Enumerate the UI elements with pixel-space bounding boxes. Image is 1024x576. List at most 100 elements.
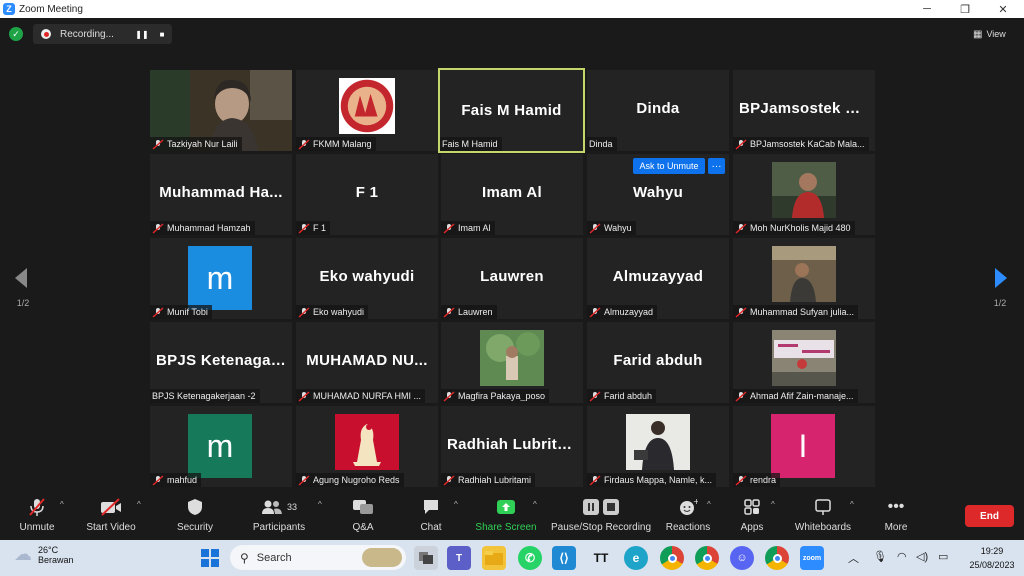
participant-tile[interactable]: I rendra bbox=[733, 406, 875, 487]
title-bar: Z Zoom Meeting ─ ❐ ✕ bbox=[0, 0, 1024, 18]
pause-recording-button[interactable]: ❚❚ bbox=[135, 28, 148, 40]
wifi-icon[interactable]: ◠ bbox=[897, 550, 907, 563]
teams-icon[interactable]: T bbox=[447, 546, 471, 570]
participant-tile[interactable]: Firdaus Mappa, Namle, k... bbox=[587, 406, 729, 487]
muted-mic-icon bbox=[443, 306, 455, 318]
participant-tile[interactable]: Muhammad Ha... Muhammad Hamzah bbox=[150, 154, 292, 235]
task-view-icon[interactable] bbox=[414, 546, 438, 570]
participant-tile[interactable]: Almuzayyad Almuzayyad bbox=[587, 238, 729, 319]
participant-nametag: Eko wahyudi bbox=[296, 305, 369, 319]
muted-mic-icon bbox=[735, 474, 747, 486]
muted-mic-icon bbox=[298, 306, 310, 318]
muted-mic-icon bbox=[152, 306, 164, 318]
participant-nametag: Wahyu bbox=[587, 221, 636, 235]
audio-options-caret[interactable]: ^ bbox=[60, 500, 64, 509]
participant-nametag: BPJS Ketenagakerjaan -2 bbox=[150, 389, 260, 403]
participant-tile-active-speaker[interactable]: Fais M Hamid Fais M Hamid bbox=[438, 68, 585, 153]
participant-tile[interactable]: Ahmad Afif Zain-manaje... bbox=[733, 322, 875, 403]
reactions-options-caret[interactable]: ^ bbox=[707, 500, 711, 509]
vscode-icon[interactable]: ⟨⟩ bbox=[552, 546, 576, 570]
discord-icon[interactable]: ☺ bbox=[730, 546, 754, 570]
participant-tile[interactable]: Tazkiyah Nur Laili bbox=[150, 70, 292, 151]
participant-tile[interactable]: MUHAMAD NU... MUHAMAD NURFA HMI ... bbox=[296, 322, 438, 403]
participant-more-options-button[interactable]: ··· bbox=[708, 158, 725, 174]
qa-icon bbox=[353, 500, 373, 514]
file-explorer-icon[interactable] bbox=[482, 546, 506, 570]
chat-button[interactable]: Chat bbox=[418, 496, 444, 538]
tiktok-icon[interactable]: TT bbox=[589, 546, 613, 570]
participant-tile[interactable]: m Munif Tobi bbox=[150, 238, 292, 319]
security-button[interactable]: Security bbox=[175, 496, 215, 538]
chrome-profile-icon[interactable] bbox=[695, 546, 719, 570]
participant-tile[interactable]: Muhammad Sufyan julia... bbox=[733, 238, 875, 319]
whiteboards-button[interactable]: Whiteboards bbox=[792, 496, 854, 538]
whiteboards-options-caret[interactable]: ^ bbox=[850, 500, 854, 509]
share-options-caret[interactable]: ^ bbox=[533, 500, 537, 509]
taskbar-search[interactable]: ⚲ Search bbox=[230, 545, 406, 570]
apps-button[interactable]: Apps bbox=[738, 496, 766, 538]
whatsapp-icon[interactable]: ✆ bbox=[518, 546, 542, 570]
volume-icon[interactable]: ◁) bbox=[916, 550, 928, 563]
whiteboard-icon bbox=[815, 499, 831, 515]
participant-tile[interactable]: Dinda Dinda bbox=[587, 70, 729, 151]
battery-icon[interactable]: ▭ bbox=[938, 550, 948, 563]
participant-tile[interactable]: Agung Nugroho Reds bbox=[296, 406, 438, 487]
video-options-caret[interactable]: ^ bbox=[137, 500, 141, 509]
weather-widget[interactable]: ☁ 26°C Berawan bbox=[14, 544, 74, 565]
unmute-button[interactable]: Unmute bbox=[16, 496, 58, 538]
participants-button[interactable]: 33 Participants bbox=[252, 496, 306, 538]
maximize-button[interactable]: ❐ bbox=[946, 0, 984, 18]
reactions-button[interactable]: + Reactions bbox=[666, 496, 710, 538]
participant-nametag: BPJamsostek KaCab Mala... bbox=[733, 137, 869, 151]
system-clock[interactable]: 19:29 25/08/2023 bbox=[962, 544, 1022, 572]
participant-tile[interactable]: m mahfud bbox=[150, 406, 292, 487]
participants-options-caret[interactable]: ^ bbox=[318, 500, 322, 509]
participant-tile[interactable]: FKMM Malang bbox=[296, 70, 438, 151]
security-shield-icon[interactable]: ✓ bbox=[9, 27, 23, 41]
chrome-alt-icon[interactable] bbox=[765, 546, 789, 570]
muted-mic-icon bbox=[589, 474, 601, 486]
view-button[interactable]: ▦ View bbox=[973, 27, 1006, 41]
participant-tile[interactable]: BPJamsostek Ka... BPJamsostek KaCab Mala… bbox=[733, 70, 875, 151]
window-title: Zoom Meeting bbox=[19, 3, 83, 15]
next-page-button[interactable] bbox=[990, 266, 1010, 290]
minimize-button[interactable]: ─ bbox=[908, 0, 946, 18]
participant-tile[interactable]: Farid abduh Farid abduh bbox=[587, 322, 729, 403]
participant-tile[interactable]: Radhiah Lubrita... Radhiah Lubritami bbox=[441, 406, 583, 487]
end-meeting-button[interactable]: End bbox=[965, 505, 1014, 527]
pause-stop-recording-button[interactable]: Pause/Stop Recording bbox=[551, 496, 651, 538]
apps-options-caret[interactable]: ^ bbox=[771, 500, 775, 509]
zoom-taskbar-icon[interactable]: zoom bbox=[800, 546, 824, 570]
previous-page-button[interactable] bbox=[12, 266, 32, 290]
muted-mic-icon bbox=[443, 222, 455, 234]
microphone-tray-icon[interactable]: 🎙 bbox=[873, 550, 887, 563]
view-label: View bbox=[986, 29, 1006, 39]
windows-start-icon[interactable] bbox=[198, 546, 222, 570]
participant-display-name: BPJS Ketenagak... bbox=[156, 352, 286, 369]
chat-icon bbox=[424, 500, 438, 514]
stop-recording-button[interactable]: ■ bbox=[156, 28, 168, 40]
participant-tile[interactable]: Moh NurKholis Majid 480 bbox=[733, 154, 875, 235]
share-screen-button[interactable]: Share Screen bbox=[475, 496, 537, 538]
participant-tile[interactable]: Magfira Pakaya_poso bbox=[441, 322, 583, 403]
ask-to-unmute-button[interactable]: Ask to Unmute bbox=[633, 158, 705, 174]
chat-options-caret[interactable]: ^ bbox=[454, 500, 458, 509]
participant-display-name: BPJamsostek Ka... bbox=[739, 100, 869, 117]
participant-display-name: Almuzayyad bbox=[612, 268, 704, 285]
muted-mic-icon bbox=[589, 306, 601, 318]
start-video-button[interactable]: Start Video bbox=[84, 496, 138, 538]
participant-tile[interactable]: F 1 F 1 bbox=[296, 154, 438, 235]
chrome-icon[interactable] bbox=[660, 546, 684, 570]
participant-tile[interactable]: Lauwren Lauwren bbox=[441, 238, 583, 319]
participant-tile[interactable]: Eko wahyudi Eko wahyudi bbox=[296, 238, 438, 319]
participant-avatar-photo bbox=[772, 330, 836, 386]
participant-tile[interactable]: BPJS Ketenagak... BPJS Ketenagakerjaan -… bbox=[150, 322, 292, 403]
qa-button[interactable]: Q&A bbox=[348, 496, 378, 538]
muted-mic-icon bbox=[298, 474, 310, 486]
more-button[interactable]: ••• More bbox=[882, 496, 910, 538]
close-button[interactable]: ✕ bbox=[984, 0, 1022, 18]
participant-tile[interactable]: Imam Al Imam Al bbox=[441, 154, 583, 235]
tray-overflow-icon[interactable]: ︿ bbox=[848, 550, 859, 566]
svg-text:+: + bbox=[693, 498, 698, 506]
edge-icon[interactable]: e bbox=[624, 546, 648, 570]
